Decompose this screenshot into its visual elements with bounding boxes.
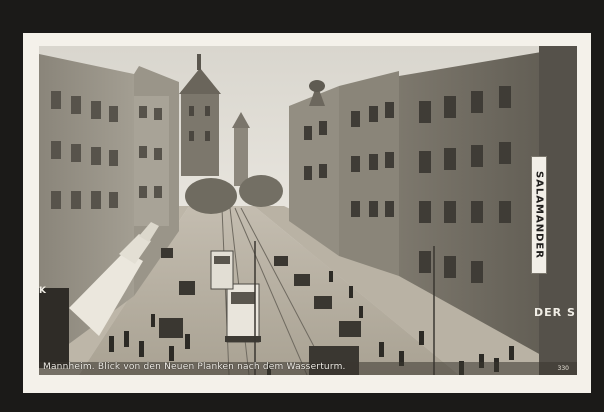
der-shop-sign: DER S <box>534 306 576 319</box>
postcard-caption: Mannheim. Blick von den Neuen Planken na… <box>43 362 346 372</box>
street-photograph: SALAMANDER DER S K Mannheim. Blick von d… <box>39 46 577 375</box>
salamander-sign-text: SALAMANDER <box>533 171 545 259</box>
card-number: 330 <box>557 365 569 372</box>
trees <box>185 178 237 214</box>
postcard: SALAMANDER DER S K Mannheim. Blick von d… <box>23 33 591 393</box>
left-shop-sign: K <box>39 286 46 296</box>
street-scene <box>39 46 577 375</box>
tram-far <box>210 250 234 290</box>
salamander-sign: SALAMANDER <box>531 156 547 274</box>
